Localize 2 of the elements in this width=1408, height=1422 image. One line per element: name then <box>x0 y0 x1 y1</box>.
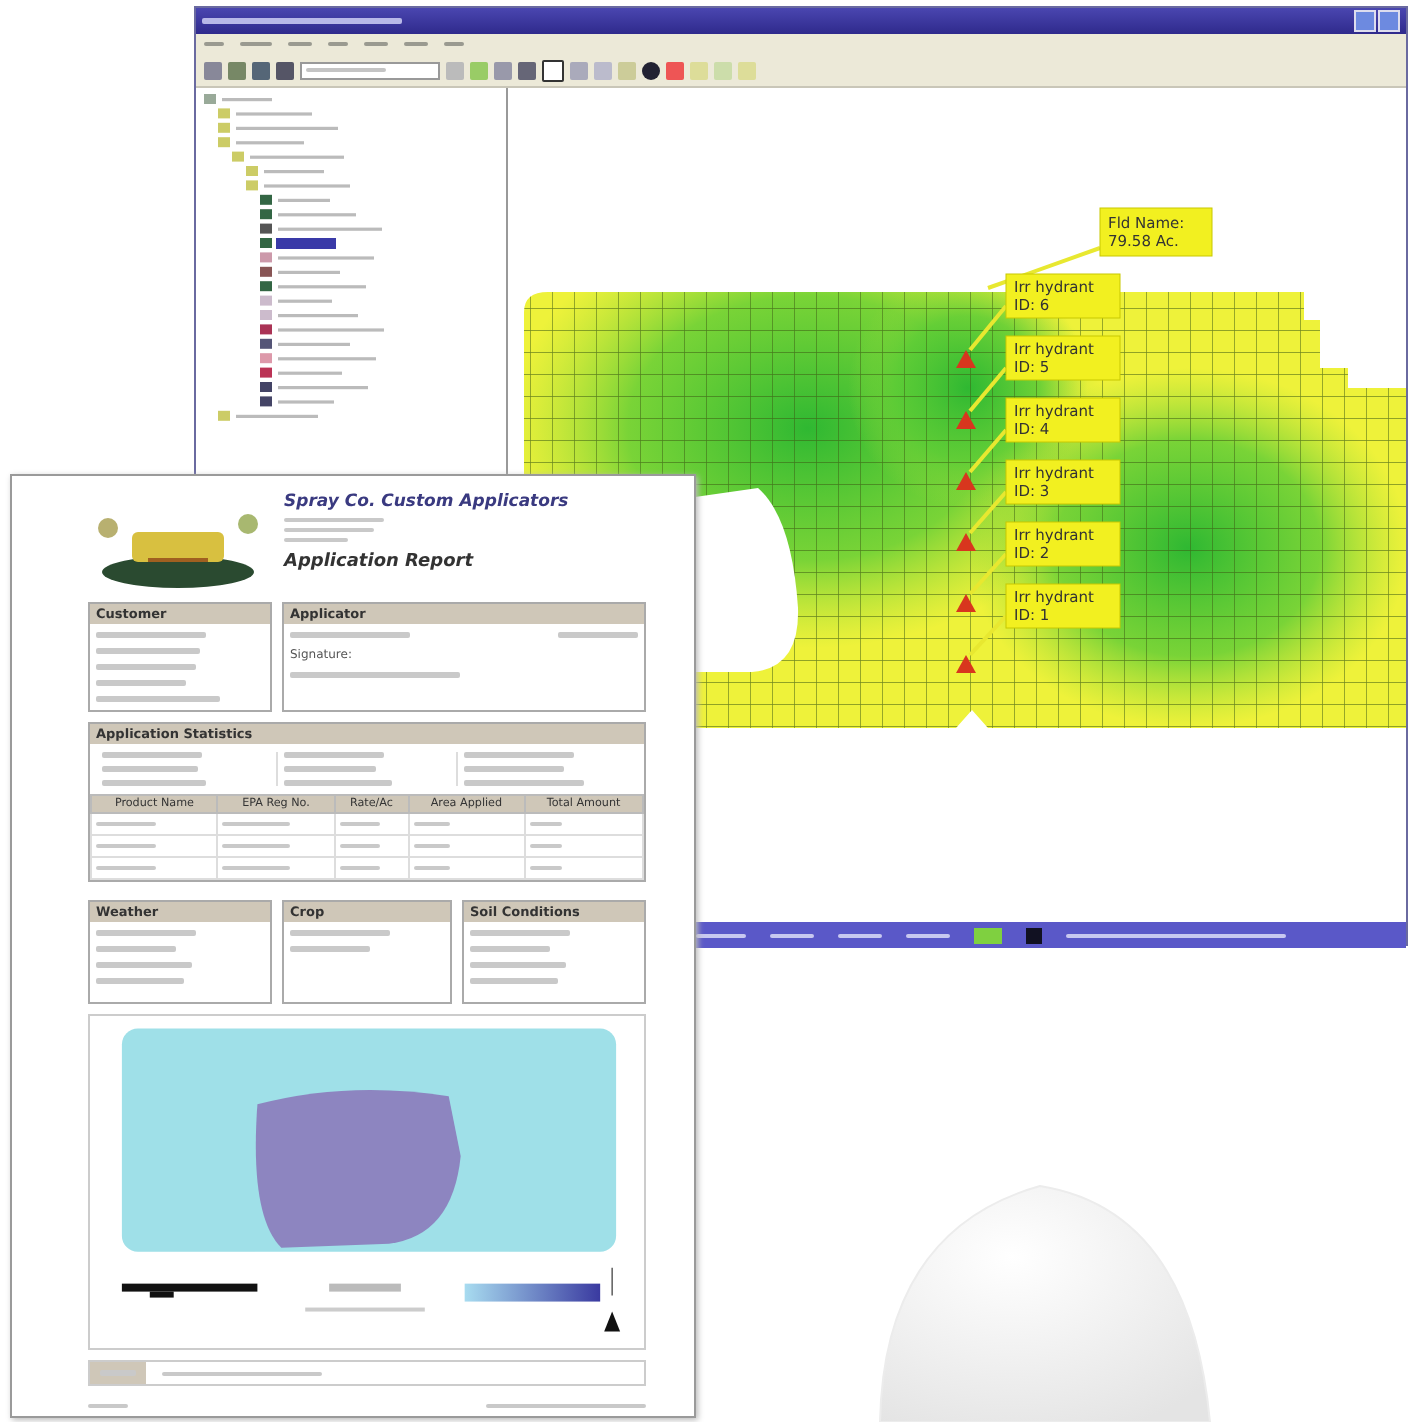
company-name: Spray Co. Custom Applicators <box>284 492 569 512</box>
report-title: Application Report <box>284 552 476 572</box>
